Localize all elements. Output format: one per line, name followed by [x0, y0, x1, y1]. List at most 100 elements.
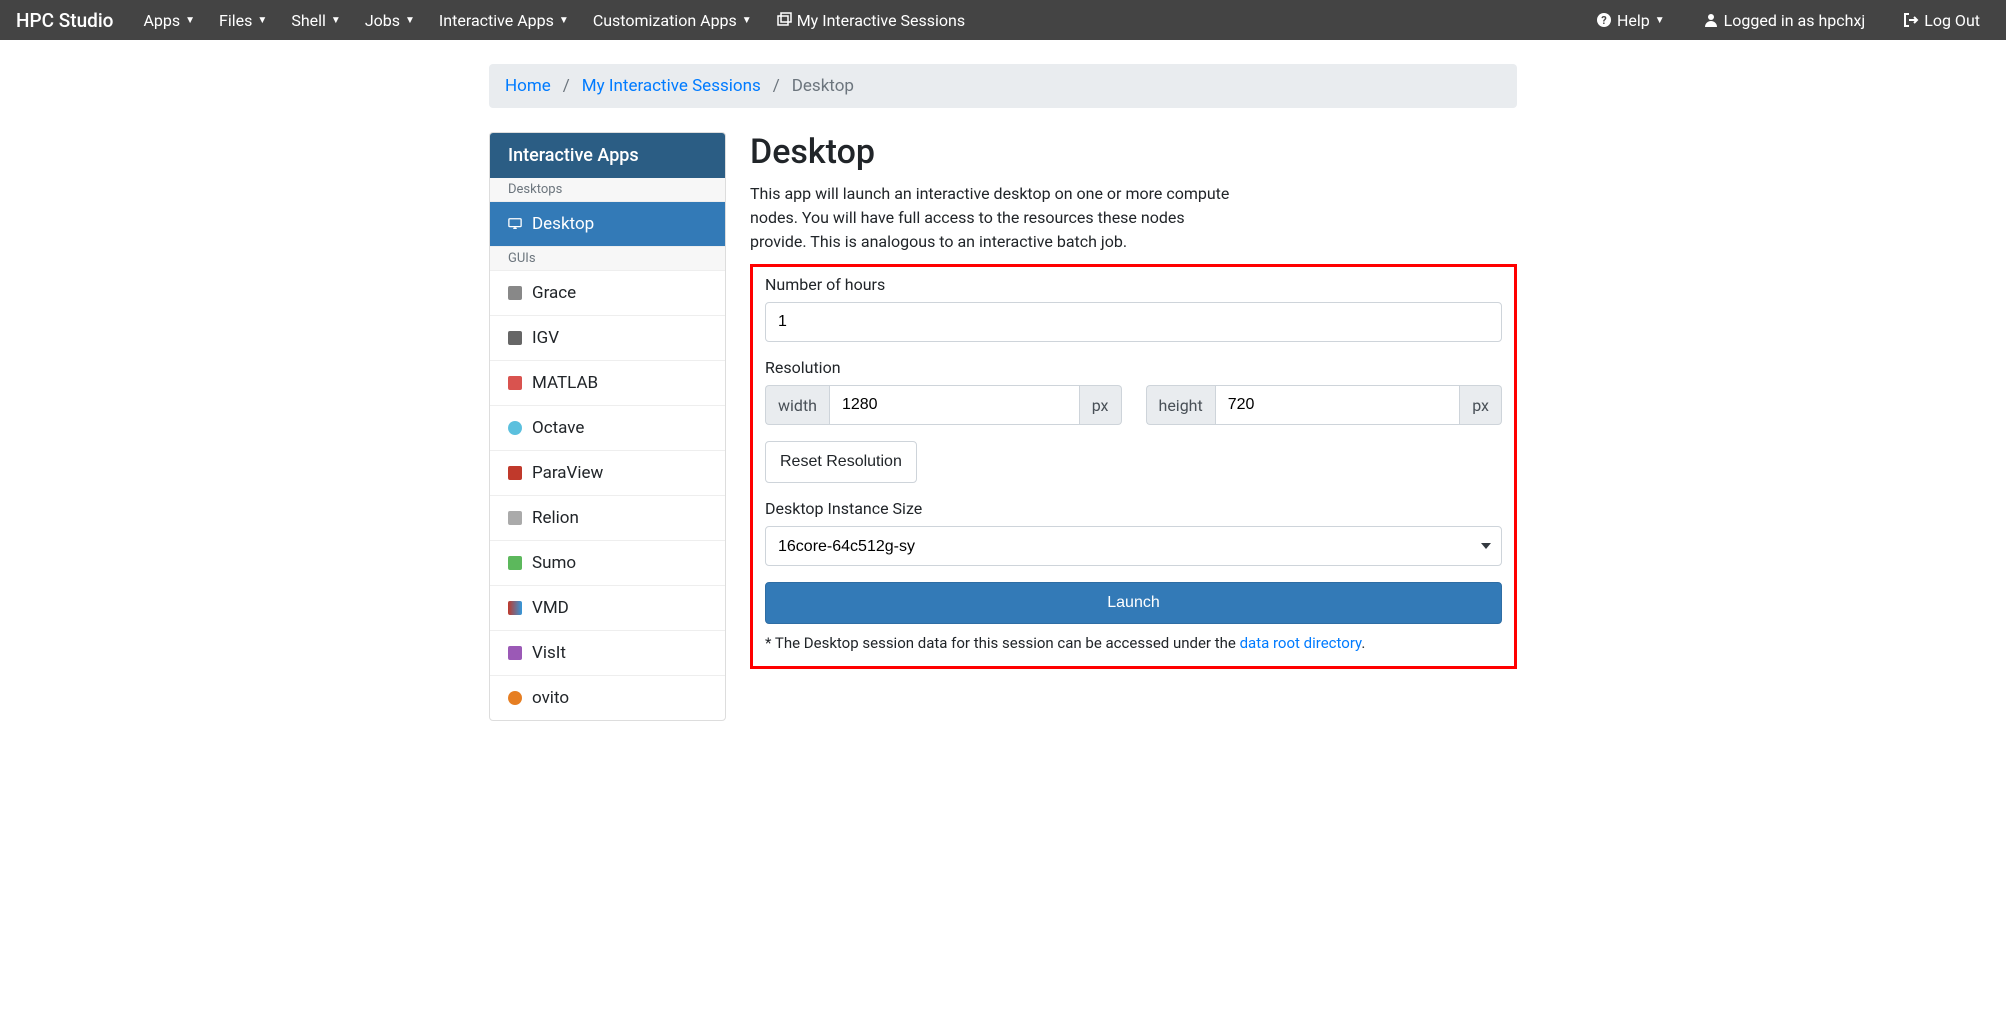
app-icon — [508, 511, 522, 525]
nav-my-sessions[interactable]: My Interactive Sessions — [766, 5, 975, 36]
caret-down-icon: ▼ — [405, 15, 415, 26]
breadcrumb-separator: / — [773, 76, 780, 96]
nav-files-label: Files — [219, 11, 252, 30]
nav-files[interactable]: Files ▼ — [209, 5, 277, 36]
sidebar-item-label: VisIt — [532, 643, 566, 663]
sidebar-item-grace[interactable]: Grace — [490, 271, 725, 316]
footnote: * The Desktop session data for this sess… — [765, 634, 1502, 652]
nav-interactive-apps-label: Interactive Apps — [439, 11, 554, 30]
top-navbar: HPC Studio Apps▼ Files ▼ Shell▼ Jobs ▼ Int… — [0, 0, 2006, 40]
main-container: Home / My Interactive Sessions / Desktop… — [489, 64, 1517, 721]
sign-out-icon — [1903, 12, 1919, 28]
sidebar-item-label: VMD — [532, 598, 569, 618]
hours-input[interactable] — [765, 302, 1502, 342]
caret-down-icon: ▼ — [331, 15, 341, 26]
nav-customization-apps[interactable]: Customization Apps▼ — [583, 5, 762, 36]
nav-customization-apps-label: Customization Apps — [593, 11, 737, 30]
app-icon — [508, 646, 522, 660]
sidebar-item-octave[interactable]: Octave — [490, 406, 725, 451]
width-prefix: width — [765, 385, 829, 425]
app-icon — [508, 601, 522, 615]
sidebar-item-label: ParaView — [532, 463, 603, 483]
breadcrumb-home[interactable]: Home — [505, 76, 551, 96]
sidebar-category-guis: GUIs — [490, 247, 725, 271]
launch-form: Number of hours Resolution width px heig… — [750, 264, 1517, 669]
breadcrumb-sessions[interactable]: My Interactive Sessions — [582, 76, 761, 96]
resolution-row: width px height px — [765, 385, 1502, 425]
caret-down-icon: ▼ — [257, 15, 267, 26]
app-icon — [508, 691, 522, 705]
nav-help[interactable]: ? Help▼ — [1586, 5, 1675, 36]
svg-text:?: ? — [1601, 14, 1607, 27]
nav-logged-in: Logged in as hpchxj — [1693, 5, 1876, 36]
sidebar-item-label: Relion — [532, 508, 579, 528]
instance-select[interactable]: 16core-64c512g-sy — [765, 526, 1502, 566]
sidebar-item-igv[interactable]: IGV — [490, 316, 725, 361]
footnote-suffix: . — [1361, 634, 1365, 652]
reset-group: Reset Resolution — [765, 441, 1502, 483]
reset-resolution-button[interactable]: Reset Resolution — [765, 441, 917, 483]
caret-down-icon: ▼ — [559, 15, 569, 26]
width-input[interactable] — [829, 385, 1080, 425]
nav-logout[interactable]: Log Out — [1893, 5, 1990, 36]
sidebar-item-label: Grace — [532, 283, 576, 303]
height-input[interactable] — [1215, 385, 1460, 425]
resolution-label: Resolution — [765, 358, 1502, 377]
launch-button[interactable]: Launch — [765, 582, 1502, 624]
nav-shell[interactable]: Shell▼ — [281, 5, 350, 36]
sidebar-header: Interactive Apps — [490, 133, 725, 178]
width-input-group: width px — [765, 385, 1122, 425]
nav-logged-in-label: Logged in as hpchxj — [1724, 11, 1866, 30]
height-input-group: height px — [1146, 385, 1503, 425]
width-suffix: px — [1080, 385, 1122, 425]
navbar-right: ? Help▼ Logged in as hpchxj Log Out — [1586, 5, 1990, 36]
caret-down-icon: ▼ — [185, 15, 195, 26]
sidebar-item-relion[interactable]: Relion — [490, 496, 725, 541]
window-restore-icon — [776, 12, 792, 28]
nav-apps[interactable]: Apps▼ — [133, 5, 205, 36]
breadcrumb: Home / My Interactive Sessions / Desktop — [489, 64, 1517, 108]
instance-group: Desktop Instance Size 16core-64c512g-sy — [765, 499, 1502, 566]
data-root-link[interactable]: data root directory — [1240, 634, 1362, 652]
nav-interactive-apps[interactable]: Interactive Apps ▼ — [429, 5, 579, 36]
app-icon — [508, 376, 522, 390]
nav-logout-label: Log Out — [1924, 11, 1980, 30]
instance-label: Desktop Instance Size — [765, 499, 1502, 518]
desktop-icon — [508, 217, 522, 231]
question-circle-icon: ? — [1596, 12, 1612, 28]
height-prefix: height — [1146, 385, 1215, 425]
nav-my-sessions-label: My Interactive Sessions — [797, 11, 965, 30]
sidebar-item-sumo[interactable]: Sumo — [490, 541, 725, 586]
sidebar: Interactive Apps Desktops Desktop GUIs G… — [489, 132, 726, 721]
page-description: This app will launch an interactive desk… — [750, 182, 1240, 254]
sidebar-item-label: Desktop — [532, 214, 594, 234]
app-icon — [508, 331, 522, 345]
app-icon — [508, 556, 522, 570]
sidebar-item-desktop[interactable]: Desktop — [490, 202, 725, 247]
nav-jobs[interactable]: Jobs ▼ — [355, 5, 425, 36]
sidebar-item-matlab[interactable]: MATLAB — [490, 361, 725, 406]
app-icon — [508, 466, 522, 480]
sidebar-item-label: IGV — [532, 328, 559, 348]
sidebar-item-label: Sumo — [532, 553, 576, 573]
page-title: Desktop — [750, 132, 1517, 172]
resolution-group: Resolution width px height px — [765, 358, 1502, 425]
breadcrumb-current: Desktop — [792, 76, 854, 96]
hours-label: Number of hours — [765, 275, 1502, 294]
brand[interactable]: HPC Studio — [16, 9, 113, 32]
hours-group: Number of hours — [765, 275, 1502, 342]
sidebar-item-label: ovito — [532, 688, 569, 708]
breadcrumb-separator: / — [563, 76, 570, 96]
sidebar-item-visit[interactable]: VisIt — [490, 631, 725, 676]
main-row: Interactive Apps Desktops Desktop GUIs G… — [489, 132, 1517, 721]
app-icon — [508, 286, 522, 300]
height-suffix: px — [1460, 385, 1502, 425]
footnote-prefix: * The Desktop session data for this sess… — [765, 634, 1240, 652]
sidebar-category-desktops: Desktops — [490, 178, 725, 202]
sidebar-item-paraview[interactable]: ParaView — [490, 451, 725, 496]
sidebar-item-label: Octave — [532, 418, 584, 438]
sidebar-item-ovito[interactable]: ovito — [490, 676, 725, 720]
app-icon — [508, 421, 522, 435]
sidebar-item-vmd[interactable]: VMD — [490, 586, 725, 631]
nav-jobs-label: Jobs — [365, 11, 400, 30]
